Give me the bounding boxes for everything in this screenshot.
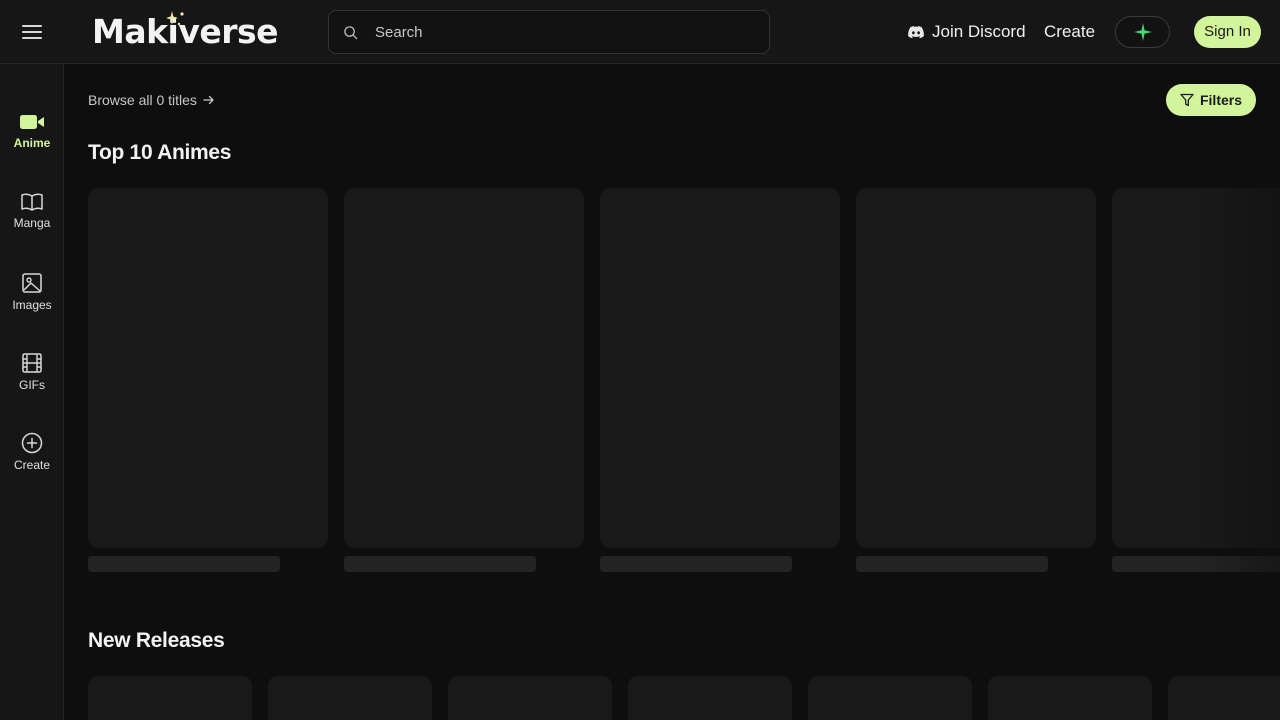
- filters-label: Filters: [1199, 92, 1242, 108]
- card-title-placeholder: [856, 556, 1048, 572]
- section-title-new-releases: New Releases: [88, 629, 225, 652]
- release-card-placeholder[interactable]: [1168, 676, 1280, 720]
- discord-icon: [908, 25, 924, 38]
- sidebar-item-manga[interactable]: Manga: [0, 192, 64, 256]
- video-camera-icon: [20, 115, 44, 129]
- image-icon: [22, 273, 42, 293]
- sidebar-item-anime[interactable]: Anime: [0, 112, 64, 176]
- sidebar-label-create: Create: [13, 458, 51, 472]
- anime-card-placeholder[interactable]: [88, 188, 328, 548]
- browse-all-link[interactable]: Browse all 0 titles: [88, 91, 215, 109]
- card-title-placeholder: [600, 556, 792, 572]
- section-title-top-10: Top 10 Animes: [88, 141, 232, 164]
- discord-label: Join Discord: [932, 22, 1026, 41]
- anime-card-placeholder[interactable]: [344, 188, 584, 548]
- sidebar-label-anime: Anime: [13, 136, 51, 150]
- anime-card-placeholder[interactable]: [1112, 188, 1280, 548]
- release-card-placeholder[interactable]: [88, 676, 252, 720]
- brand-logo[interactable]: Makiverse: [92, 11, 279, 52]
- release-card-placeholder[interactable]: [448, 676, 612, 720]
- card-title-placeholder: [344, 556, 536, 572]
- browse-all-label: Browse all 0 titles: [88, 92, 197, 108]
- sidebar-nav: Anime Manga Images GIFs Create: [0, 64, 64, 720]
- header-create-link[interactable]: Create: [1044, 20, 1095, 44]
- search-box[interactable]: [328, 10, 770, 54]
- premium-star-button[interactable]: [1115, 16, 1170, 48]
- release-card-placeholder[interactable]: [808, 676, 972, 720]
- book-open-icon: [21, 193, 43, 211]
- plus-circle-icon: [21, 432, 43, 454]
- sidebar-item-images[interactable]: Images: [0, 272, 64, 336]
- sidebar-label-gifs: GIFs: [19, 378, 45, 392]
- release-card-placeholder[interactable]: [988, 676, 1152, 720]
- sparkle-star-icon: [1133, 23, 1152, 41]
- sidebar-item-gifs[interactable]: GIFs: [0, 352, 64, 416]
- hamburger-icon: [22, 25, 42, 39]
- film-icon: [22, 353, 42, 373]
- search-icon: [344, 26, 358, 40]
- anime-card-placeholder[interactable]: [856, 188, 1096, 548]
- sidebar-label-manga: Manga: [13, 216, 51, 230]
- card-title-placeholder: [1112, 556, 1280, 572]
- card-title-placeholder: [88, 556, 280, 572]
- release-card-placeholder[interactable]: [268, 676, 432, 720]
- top-header: Makiverse Join Discord Create Sign In: [0, 0, 1280, 64]
- sign-in-button[interactable]: Sign In: [1194, 16, 1261, 48]
- sidebar-item-create[interactable]: Create: [0, 432, 64, 496]
- filter-icon: [1180, 93, 1194, 107]
- hamburger-menu-button[interactable]: [20, 20, 44, 44]
- release-card-placeholder[interactable]: [628, 676, 792, 720]
- anime-card-placeholder[interactable]: [600, 188, 840, 548]
- filters-button[interactable]: Filters: [1166, 84, 1256, 116]
- sparkle-icon: [166, 11, 184, 26]
- search-input[interactable]: [375, 11, 755, 53]
- arrow-right-icon: [203, 95, 214, 105]
- sidebar-label-images: Images: [12, 298, 52, 312]
- join-discord-link[interactable]: Join Discord: [908, 20, 1026, 44]
